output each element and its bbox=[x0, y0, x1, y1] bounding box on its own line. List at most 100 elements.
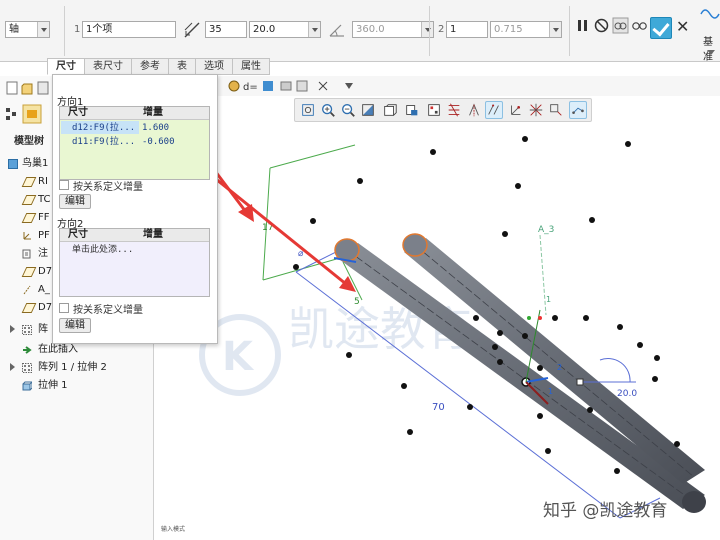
quick-access-icons[interactable] bbox=[6, 80, 50, 96]
direction1-table: 尺寸 增量 d12:F9(拉... 1.600 d11:F9(拉... -0.6… bbox=[59, 106, 210, 180]
chevron-down-icon[interactable] bbox=[308, 22, 320, 37]
count-index-label: 1 bbox=[74, 24, 81, 35]
datum-label[interactable]: 基准 bbox=[703, 33, 720, 63]
add-dimension-placeholder[interactable]: 单击此处添... bbox=[72, 243, 133, 257]
length-dimension-label[interactable]: 70 bbox=[432, 402, 445, 413]
table-row[interactable]: d11:F9(拉... -0.600 bbox=[60, 135, 209, 149]
expand-arrow-icon[interactable] bbox=[10, 363, 15, 371]
pattern-point[interactable] bbox=[515, 183, 521, 189]
graphics-canvas[interactable]: K 凯途教育 17 5 70 A_3 20.0 2 1 1 ⌀ 知乎 @凯途教育… bbox=[155, 96, 720, 540]
angle-input[interactable]: 35 bbox=[205, 21, 247, 38]
angle-increment-icon[interactable] bbox=[183, 21, 201, 39]
pattern-point[interactable] bbox=[537, 365, 543, 371]
glasses-preview-icon[interactable] bbox=[631, 17, 648, 34]
second-count-input[interactable]: 1 bbox=[446, 21, 488, 38]
graphics-toolbar-icons[interactable]: d= bbox=[227, 79, 377, 93]
pattern-dashboard: 轴 1 1个项 35 20.0 360.0 2 1 0.715 ✕ 基准 bbox=[0, 0, 720, 63]
datum-plane-icon bbox=[21, 213, 37, 223]
folder-browser-tab-icon[interactable] bbox=[22, 104, 42, 124]
pattern-point[interactable] bbox=[522, 333, 528, 339]
pattern-point[interactable] bbox=[589, 217, 595, 223]
small-dimension-label[interactable]: 5 bbox=[354, 297, 360, 307]
tree-item-extrude[interactable]: 拉伸 1 bbox=[0, 378, 152, 394]
pattern-point[interactable] bbox=[407, 429, 413, 435]
table-header: 尺寸 增量 bbox=[60, 229, 209, 242]
edit-button-1[interactable]: 编辑 bbox=[59, 194, 91, 209]
tab-dimensions[interactable]: 尺寸 bbox=[47, 58, 85, 75]
tab-references[interactable]: 参考 bbox=[132, 58, 169, 75]
pattern-point[interactable] bbox=[654, 355, 660, 361]
pattern-point[interactable] bbox=[473, 315, 479, 321]
tab-options[interactable]: 选项 bbox=[196, 58, 233, 75]
pattern-point[interactable] bbox=[614, 468, 620, 474]
pattern-point[interactable] bbox=[552, 315, 558, 321]
tree-item-pattern-extrude[interactable]: 阵列 1 / 拉伸 2 bbox=[0, 360, 152, 376]
verify-preview-icon[interactable] bbox=[612, 17, 629, 34]
tab-properties[interactable]: 属性 bbox=[233, 58, 270, 75]
tab-table-dimensions[interactable]: 表尺寸 bbox=[85, 58, 132, 75]
pattern-point[interactable] bbox=[346, 352, 352, 358]
column-increment: 增量 bbox=[143, 107, 163, 118]
pattern-point[interactable] bbox=[293, 264, 299, 270]
pattern-point[interactable] bbox=[617, 324, 623, 330]
pattern-point[interactable] bbox=[497, 330, 503, 336]
chevron-down-icon[interactable] bbox=[37, 22, 49, 37]
edit-button-2[interactable]: 编辑 bbox=[59, 318, 91, 333]
count-input[interactable]: 1个项 bbox=[82, 21, 176, 38]
row-increment[interactable]: -0.600 bbox=[142, 135, 175, 149]
pattern-point[interactable] bbox=[637, 342, 643, 348]
add-dimension-row[interactable]: 单击此处添... bbox=[60, 243, 209, 257]
chevron-down-icon[interactable] bbox=[421, 22, 433, 37]
pattern-point[interactable] bbox=[587, 407, 593, 413]
divider bbox=[429, 6, 430, 56]
pattern-point[interactable] bbox=[674, 441, 680, 447]
table-row[interactable]: d12:F9(拉... 1.600 bbox=[60, 121, 209, 135]
pattern-point[interactable] bbox=[467, 404, 473, 410]
pattern-point[interactable] bbox=[652, 376, 658, 382]
model-tree-tab-icon[interactable] bbox=[4, 106, 18, 122]
pattern-point[interactable] bbox=[310, 218, 316, 224]
define-by-relation-checkbox-1[interactable] bbox=[59, 180, 69, 190]
tree-item-label: 鸟巢1 bbox=[22, 158, 49, 169]
pattern-point[interactable] bbox=[430, 149, 436, 155]
pattern-point[interactable] bbox=[401, 383, 407, 389]
pattern-point[interactable] bbox=[537, 413, 543, 419]
row-increment[interactable]: 1.600 bbox=[142, 121, 169, 135]
angle-dimension-label[interactable]: 20.0 bbox=[617, 389, 637, 399]
datum-axis-icon bbox=[23, 285, 31, 295]
pattern-point[interactable] bbox=[545, 448, 551, 454]
define-by-relation-checkbox-2[interactable] bbox=[59, 303, 69, 313]
chevron-down-icon[interactable] bbox=[549, 22, 561, 37]
datum-plane-icon bbox=[21, 303, 37, 313]
pattern-point[interactable] bbox=[497, 359, 503, 365]
expand-arrow-icon[interactable] bbox=[10, 325, 15, 333]
pattern-point[interactable] bbox=[522, 136, 528, 142]
tree-item-label: D7 bbox=[38, 266, 53, 277]
tab-table[interactable]: 表 bbox=[169, 58, 196, 75]
model-tree-title: 模型树 bbox=[14, 136, 44, 147]
datum-sine-icon[interactable] bbox=[700, 4, 720, 24]
second-angle-dropdown[interactable]: 360.0 bbox=[352, 21, 434, 38]
cancel-close-icon[interactable]: ✕ bbox=[676, 18, 689, 36]
tree-item-insert-here[interactable]: 在此插入 bbox=[0, 342, 152, 358]
chevron-down-icon[interactable] bbox=[707, 50, 715, 56]
pattern-point[interactable] bbox=[625, 141, 631, 147]
tree-item-label: 阵列 1 / 拉伸 2 bbox=[38, 362, 107, 373]
pattern-icon bbox=[22, 363, 32, 373]
rod-left[interactable] bbox=[334, 238, 706, 513]
angle-span-icon[interactable] bbox=[328, 21, 346, 39]
second-distance-dropdown[interactable]: 0.715 bbox=[490, 21, 562, 38]
row-dimension: d12:F9(拉... bbox=[72, 123, 136, 133]
pattern-point[interactable] bbox=[583, 315, 589, 321]
no-preview-icon[interactable] bbox=[593, 17, 610, 34]
pattern-point[interactable] bbox=[357, 178, 363, 184]
ok-checkmark-button[interactable] bbox=[650, 17, 672, 39]
pause-icon[interactable] bbox=[574, 17, 591, 34]
part-icon bbox=[8, 159, 18, 169]
pattern-point[interactable] bbox=[502, 231, 508, 237]
pattern-type-dropdown[interactable]: 轴 bbox=[5, 21, 50, 38]
distance-dropdown[interactable]: 20.0 bbox=[249, 21, 321, 38]
pattern-point[interactable] bbox=[492, 344, 498, 350]
column-dimension: 尺寸 bbox=[68, 107, 88, 118]
drag-marker-label: 1 bbox=[548, 387, 553, 396]
